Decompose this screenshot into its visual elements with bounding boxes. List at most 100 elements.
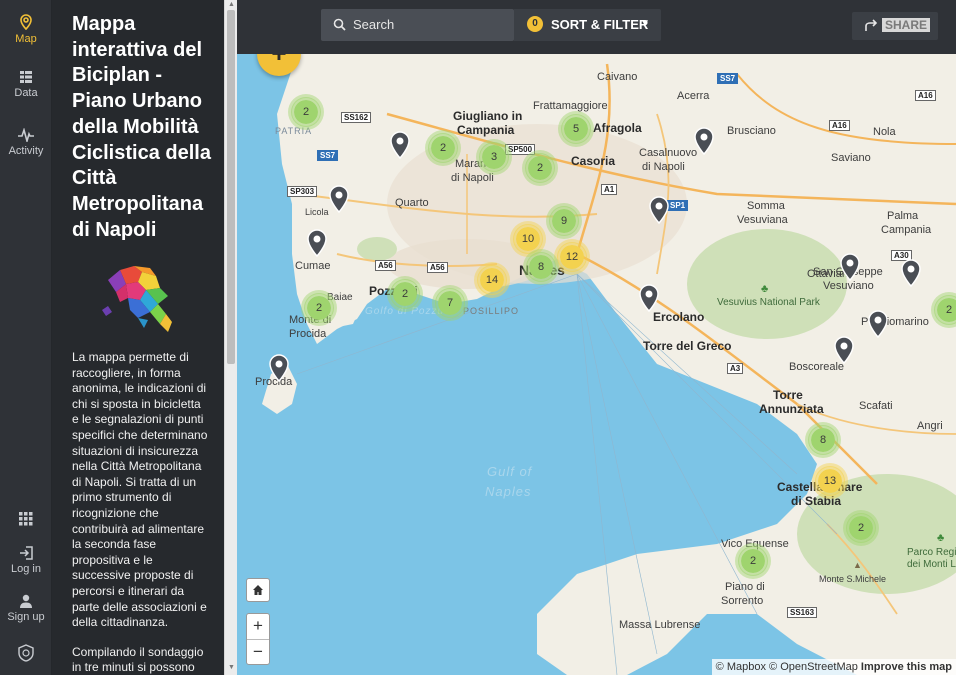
- cluster-marker[interactable]: 2: [390, 279, 420, 309]
- attribution-mapbox[interactable]: © Mapbox: [716, 661, 766, 673]
- map-pin-marker[interactable]: [901, 259, 921, 287]
- share-button[interactable]: SHARE: [852, 12, 938, 40]
- cluster-marker[interactable]: 2: [304, 293, 334, 323]
- scroll-thumb[interactable]: [227, 10, 235, 364]
- zoom-out-button[interactable]: −: [247, 639, 269, 664]
- road-a56a: A56: [375, 260, 396, 271]
- place-procida-m: Procida: [289, 328, 327, 340]
- activity-icon: [18, 128, 34, 142]
- cluster-marker[interactable]: 2: [428, 133, 458, 163]
- place-giugliano: Giugliano in: [453, 109, 523, 123]
- map-pin-marker[interactable]: [868, 310, 888, 338]
- brand-logo-icon: [18, 644, 34, 662]
- place-torre-annunziata-2: Annunziata: [759, 402, 824, 416]
- map-pin-marker[interactable]: [639, 284, 659, 312]
- attribution-improve[interactable]: Improve this map: [861, 661, 952, 673]
- sort-filter-button[interactable]: 0 SORT & FILTER ▼: [514, 9, 661, 41]
- top-bar: Search 0 SORT & FILTER ▼ SHARE: [237, 0, 956, 54]
- road-ss7b: SS7: [717, 73, 739, 84]
- cluster-marker[interactable]: 2: [738, 546, 768, 576]
- scroll-down-icon[interactable]: ▼: [227, 664, 236, 672]
- map-canvas[interactable]: Caivano Acerra Giugliano in Campania Fra…: [237, 54, 956, 675]
- road-a3: A3: [727, 363, 744, 374]
- map-attribution: © Mapbox © OpenStreetMap Improve this ma…: [711, 659, 956, 675]
- cluster-marker[interactable]: 10: [513, 224, 543, 254]
- place-sorrento: Sorrento: [721, 595, 764, 607]
- map-pin-marker[interactable]: [840, 253, 860, 281]
- place-sangiuseppe-2: Vesuviano: [823, 280, 874, 292]
- map-pin-marker[interactable]: [390, 131, 410, 159]
- rail-login-label: Log in: [11, 563, 41, 575]
- map-pin-marker[interactable]: [834, 336, 854, 364]
- place-saviano: Saviano: [831, 152, 871, 164]
- place-somma: Somma: [747, 200, 785, 212]
- nav-rail: Map Data Activity Log in Sign up: [0, 0, 52, 675]
- place-massa-lubrense: Massa Lubrense: [619, 619, 701, 631]
- rail-apps[interactable]: [0, 512, 52, 529]
- place-giugliano-2: Campania: [457, 123, 515, 137]
- cluster-marker[interactable]: 2: [525, 153, 555, 183]
- filter-count-badge: 0: [527, 16, 543, 32]
- filter-label: SORT & FILTER: [551, 17, 649, 32]
- cluster-marker[interactable]: 14: [477, 265, 507, 295]
- scroll-up-icon[interactable]: ▲: [227, 1, 236, 9]
- cluster-marker[interactable]: 2: [846, 513, 876, 543]
- description-paragraph-2: Compilando il sondaggio in tre minuti si…: [72, 644, 204, 675]
- map-pin-marker[interactable]: [329, 185, 349, 213]
- tree-icon: ♣: [761, 283, 769, 295]
- rail-signup[interactable]: Sign up: [0, 594, 52, 623]
- map-pin-marker[interactable]: [307, 229, 327, 257]
- map-pin-marker[interactable]: [694, 127, 714, 155]
- user-icon: [20, 594, 32, 608]
- place-monte-smichele: Monte S.Michele: [819, 574, 887, 584]
- rail-activity-label: Activity: [8, 145, 44, 157]
- rail-brand[interactable]: [0, 644, 52, 665]
- map-pin-marker[interactable]: [269, 354, 289, 382]
- rail-data-label: Data: [14, 87, 38, 99]
- home-button[interactable]: [246, 578, 270, 602]
- road-sp303: SP303: [287, 186, 318, 197]
- place-scafati: Scafati: [859, 400, 893, 412]
- zoom-in-button[interactable]: +: [247, 614, 269, 639]
- cluster-marker[interactable]: 2: [934, 295, 956, 325]
- cluster-marker[interactable]: 7: [435, 288, 465, 318]
- home-icon: [253, 585, 263, 595]
- place-somma-2: Vesuviana: [737, 214, 788, 226]
- rail-activity[interactable]: Activity: [0, 128, 52, 157]
- road-a1: A1: [601, 184, 618, 195]
- rail-data[interactable]: Data: [0, 70, 52, 99]
- map-title: Mappa interattiva del Biciplan - Piano U…: [72, 13, 211, 241]
- rail-login[interactable]: Log in: [0, 546, 52, 575]
- road-a16a: A16: [915, 90, 936, 101]
- place-ercolano: Ercolano: [653, 310, 705, 324]
- place-casalnuovo: Casalnuovo: [639, 147, 698, 159]
- cluster-marker[interactable]: 5: [561, 114, 591, 144]
- road-ss163: SS163: [787, 607, 818, 618]
- description-panel: Mappa interattiva del Biciplan - Piano U…: [52, 0, 224, 675]
- place-gulf: Gulf of: [487, 464, 533, 479]
- attribution-osm[interactable]: © OpenStreetMap: [769, 661, 858, 673]
- place-afragola: Afragola: [593, 121, 642, 135]
- place-palma-2: Campania: [881, 224, 932, 236]
- road-a16b: A16: [829, 120, 850, 131]
- place-gulf-2: Naples: [485, 484, 532, 499]
- cluster-marker[interactable]: 9: [549, 206, 579, 236]
- zoom-control: + −: [246, 613, 270, 665]
- cluster-marker[interactable]: 12: [557, 242, 587, 272]
- map-pin-marker[interactable]: [649, 196, 669, 224]
- cluster-marker[interactable]: 8: [526, 252, 556, 282]
- cluster-marker[interactable]: 3: [479, 142, 509, 172]
- place-acerra: Acerra: [677, 90, 710, 102]
- search-button[interactable]: Search: [321, 9, 514, 41]
- cluster-marker[interactable]: 8: [808, 425, 838, 455]
- cluster-marker[interactable]: 2: [291, 97, 321, 127]
- panel-scrollbar[interactable]: ▲ ▼: [224, 0, 237, 675]
- place-brusciano: Brusciano: [727, 125, 776, 137]
- cluster-marker[interactable]: 13: [815, 466, 845, 496]
- place-posillipo: POSILLIPO: [463, 306, 520, 316]
- rail-map[interactable]: Map: [0, 14, 52, 45]
- place-torre-annunziata: Torre: [773, 388, 803, 402]
- description-paragraph-1: La mappa permette di raccogliere, in for…: [72, 350, 208, 630]
- description-text: La mappa permette di raccogliere, in for…: [72, 350, 210, 675]
- grid-icon: [19, 512, 33, 526]
